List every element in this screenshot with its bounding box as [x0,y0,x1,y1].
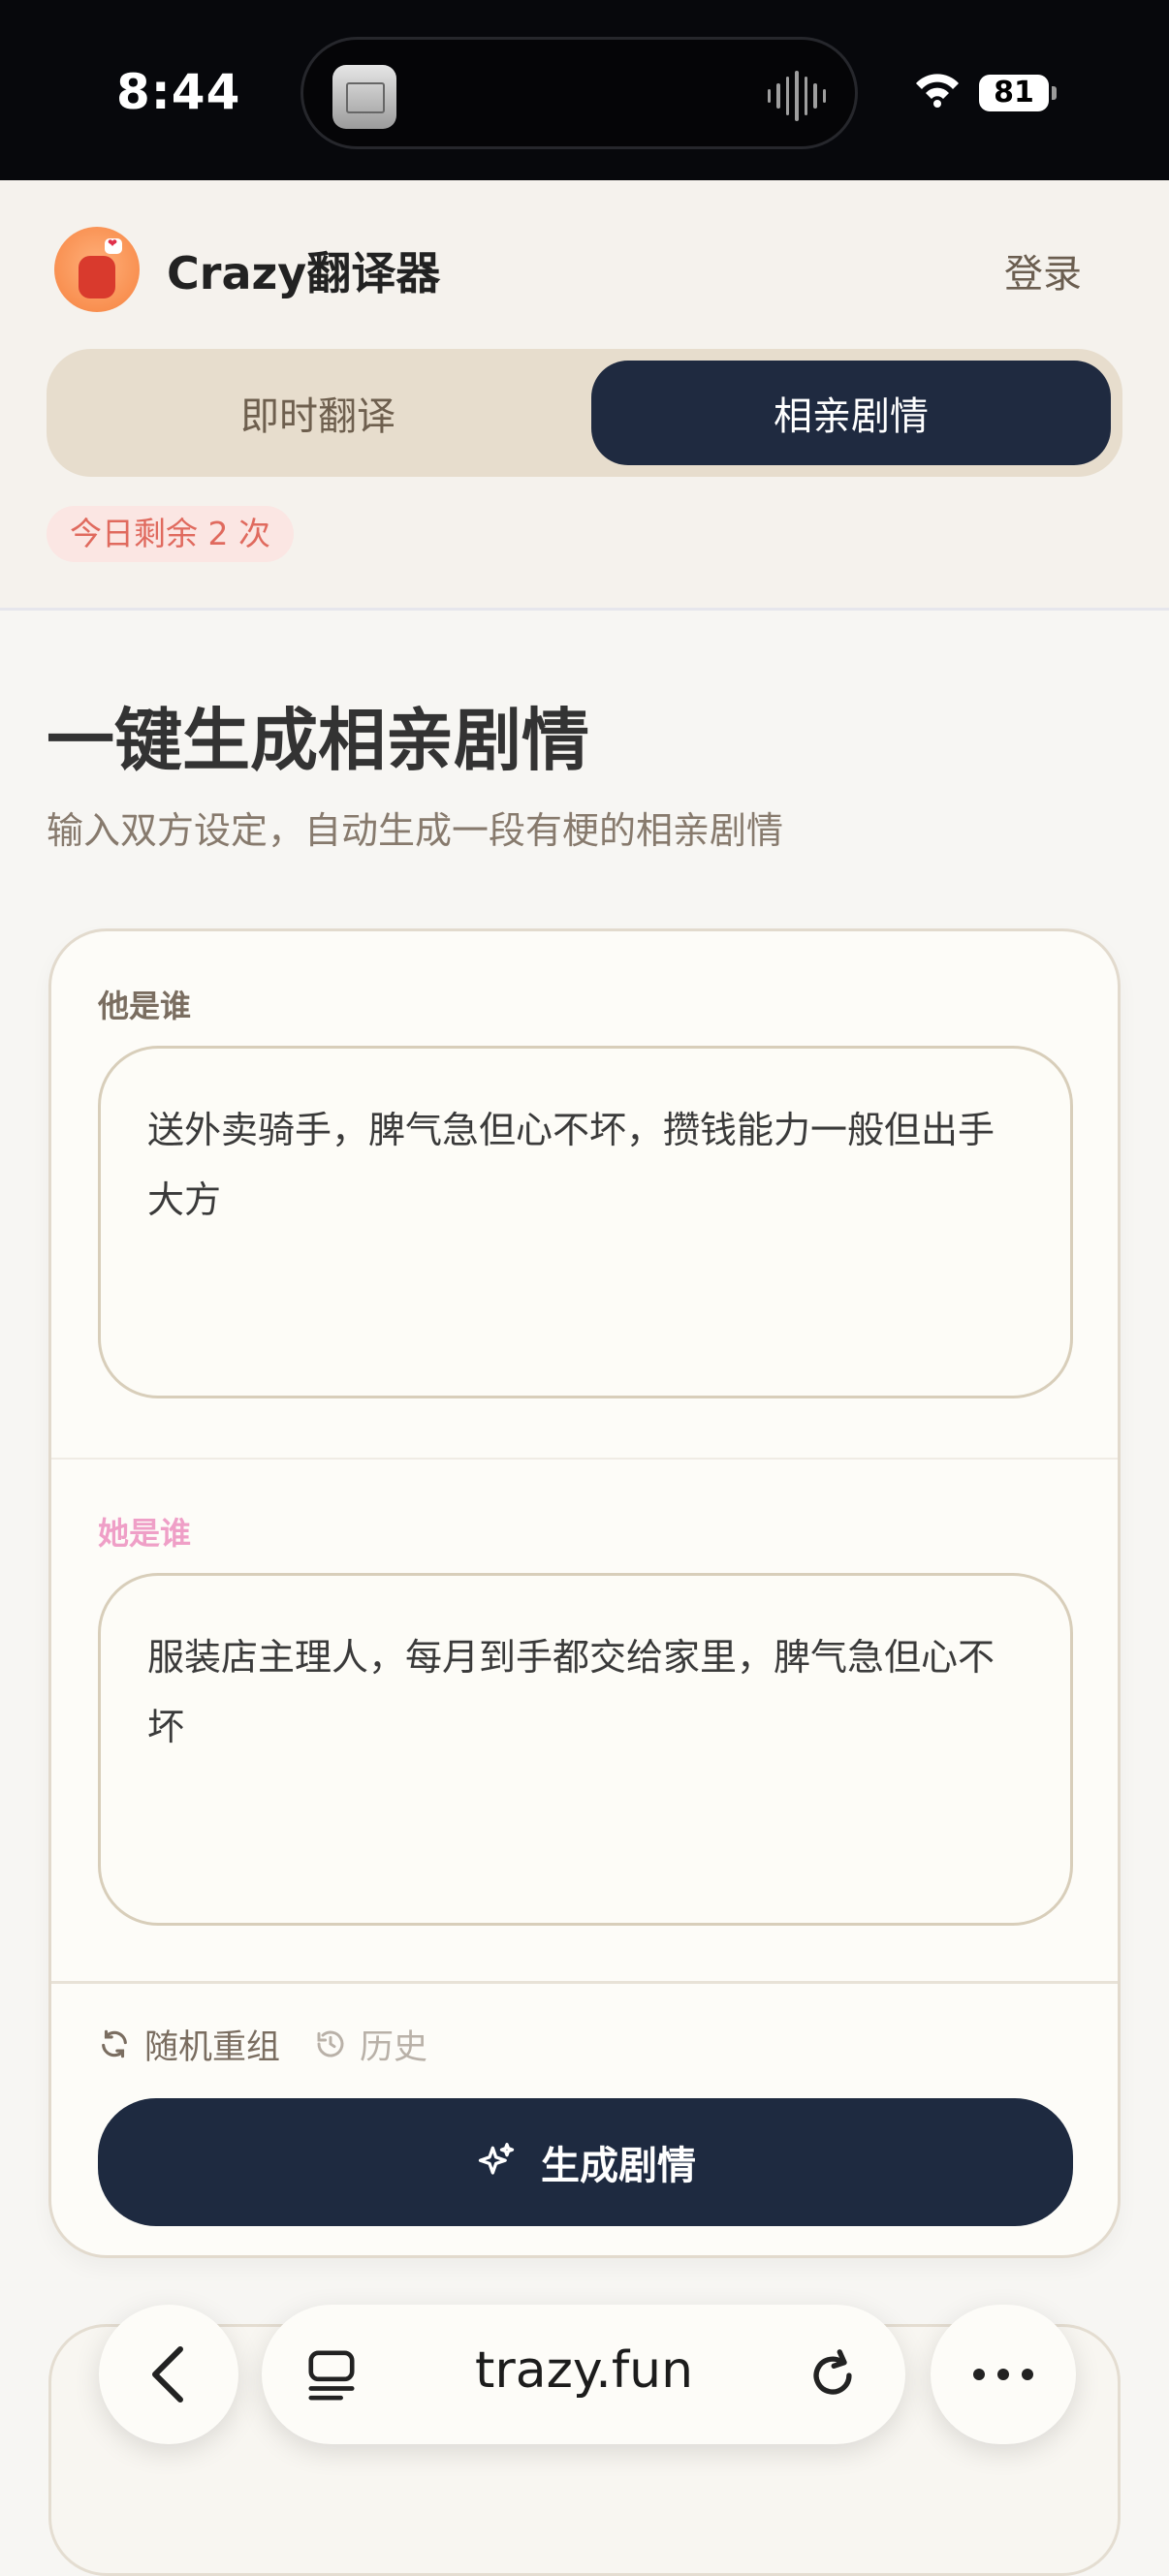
app-title: Crazy翻译器 [167,247,441,299]
generate-story-button[interactable]: 生成剧情 [98,2098,1073,2226]
back-icon [152,2346,183,2403]
history-label: 历史 [360,2027,428,2067]
browser-more-button[interactable] [931,2305,1076,2444]
mode-tabs: 即时翻译 相亲剧情 [47,349,1122,477]
history-icon [317,2030,344,2058]
divider [51,1458,1118,1460]
story-form-card: 他是谁 送外卖骑手，脾气急但心不坏，攒钱能力一般但出手大方 她是谁 服装店主理人… [48,928,1121,2258]
he-field-label: 他是谁 [98,988,192,1024]
app-logo-icon [54,227,140,312]
login-link[interactable]: 登录 [1004,242,1082,298]
app-header: Crazy翻译器 登录 即时翻译 相亲剧情 今日剩余 2 次 [0,180,1169,611]
battery-icon: 81 [979,75,1057,111]
audio-wave-icon [768,71,826,121]
wifi-icon [916,74,959,108]
she-description-input[interactable]: 服装店主理人，每月到手都交给家里，脾气急但心不坏 [98,1573,1073,1926]
browser-url: trazy.fun [475,2341,694,2400]
more-icon [973,2369,1033,2380]
generate-story-label: 生成剧情 [541,2144,696,2188]
divider [51,1981,1118,1984]
she-field-label: 她是谁 [98,1515,192,1552]
dynamic-island[interactable] [300,37,858,149]
browser-back-button[interactable] [99,2305,238,2444]
he-description-input[interactable]: 送外卖骑手，脾气急但心不坏，攒钱能力一般但出手大方 [98,1046,1073,1398]
reload-icon[interactable] [805,2347,861,2403]
status-time: 8:44 [116,64,241,120]
form-actions: 随机重组 历史 [98,2017,427,2071]
tab-instant-translate[interactable]: 即时翻译 [58,361,578,465]
random-shuffle-button[interactable]: 随机重组 [98,2020,280,2069]
random-shuffle-label: 随机重组 [144,2027,281,2067]
browser-address-bar[interactable]: trazy.fun [262,2305,905,2444]
tab-dating-story[interactable]: 相亲剧情 [591,361,1111,465]
history-button[interactable]: 历史 [315,2020,427,2069]
page-title: 一键生成相亲剧情 [47,701,589,780]
remaining-count-badge: 今日剩余 2 次 [47,506,294,562]
app-thumbnail-icon [332,65,396,129]
page-subtitle: 输入双方设定，自动生成一段有梗的相亲剧情 [47,809,784,852]
refresh-icon [102,2029,127,2058]
status-bar: 8:44 81 [0,0,1169,180]
tabs-icon[interactable] [306,2349,357,2402]
sparkle-icon [478,2143,515,2175]
